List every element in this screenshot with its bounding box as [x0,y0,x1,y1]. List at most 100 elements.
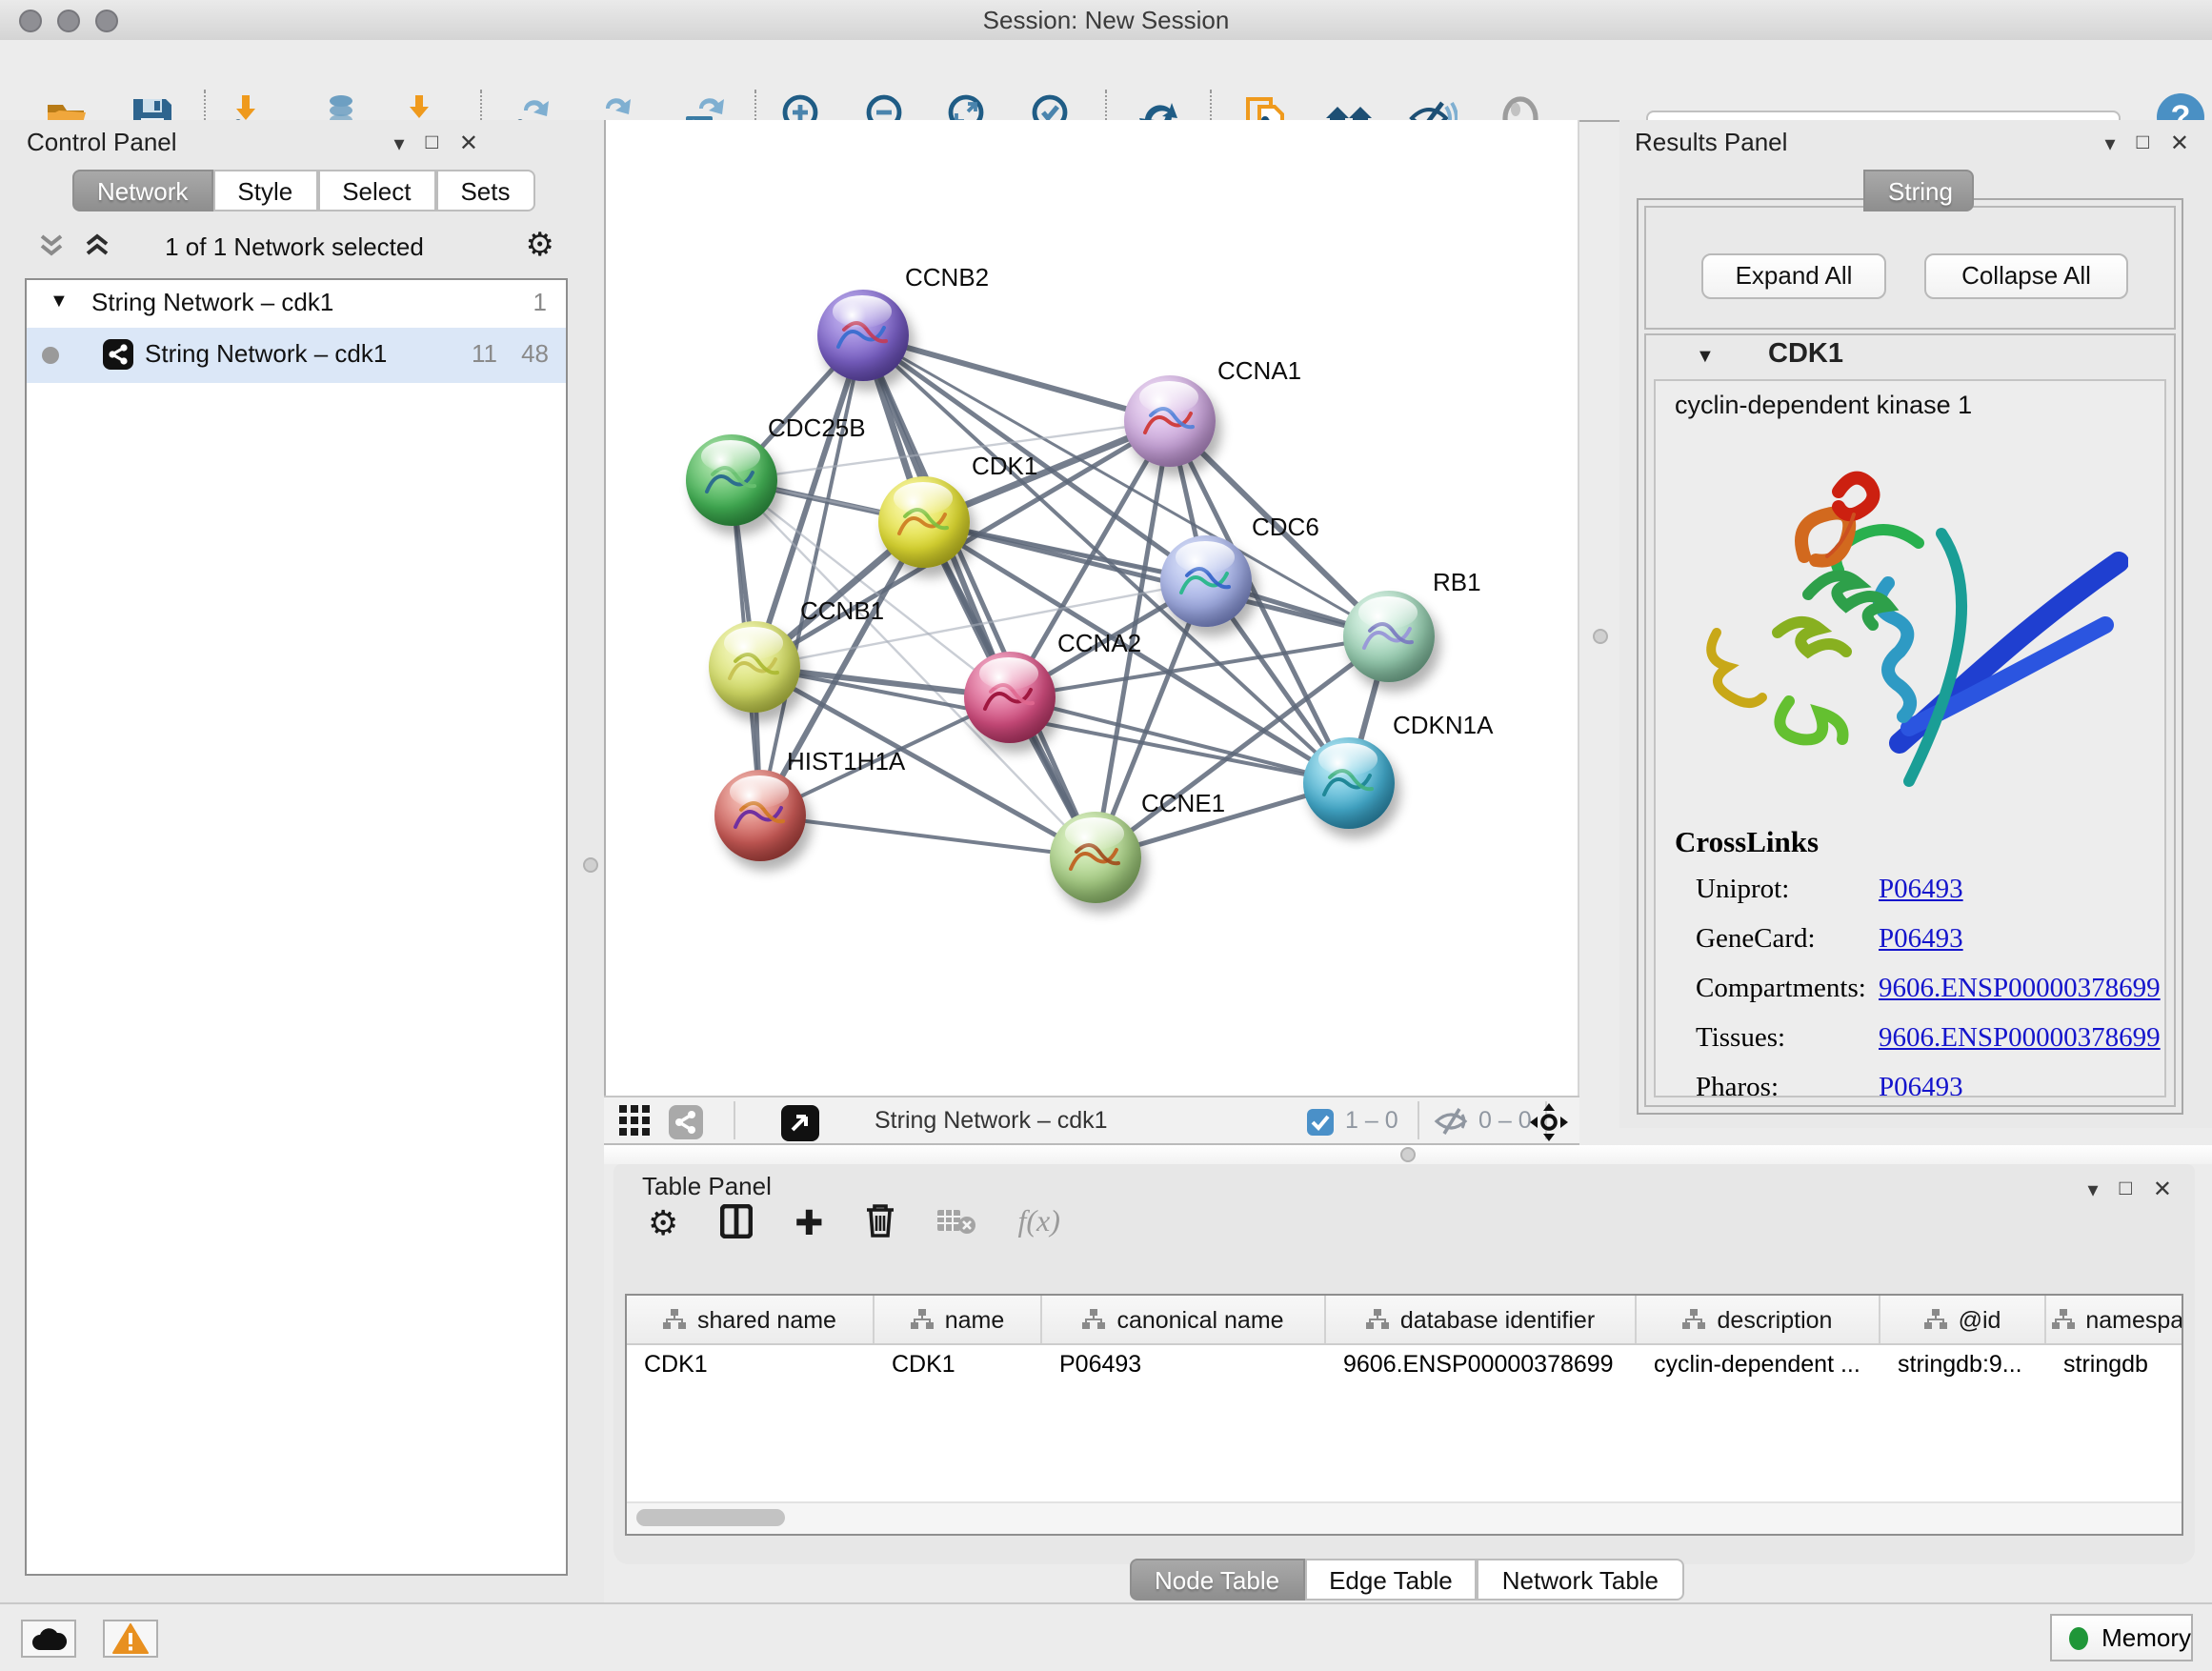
cell-@id[interactable]: stringdb:9... [1880,1345,2046,1383]
network-label: String Network – cdk1 [145,339,387,368]
column-header-name[interactable]: name [875,1296,1042,1343]
collection-count: 1 [533,288,547,316]
memory-button[interactable]: Memory [2050,1614,2193,1661]
hidden-eye-slash-icon[interactable] [1433,1107,1469,1141]
crosslink-link[interactable]: 9606.ENSP00000378699 [1879,974,2161,1006]
protein-details: cyclin-dependent kinase 1 [1654,379,2166,1097]
cell-canonical-name[interactable]: P06493 [1042,1345,1326,1383]
collapse-panel-icon[interactable]: ▾ [394,131,405,155]
network-row-selected[interactable]: String Network – cdk1 11 48 [27,328,566,383]
cloud-status-button[interactable] [21,1620,76,1658]
close-panel-icon[interactable]: ✕ [2153,1176,2172,1202]
node-cdk1[interactable] [878,476,970,568]
window-title: Session: New Session [0,6,2212,34]
node-ccne1[interactable] [1050,812,1141,903]
create-column-icon[interactable]: ✚ [794,1203,823,1243]
close-panel-icon[interactable]: ✕ [2170,130,2189,156]
memory-label: Memory [2101,1623,2191,1652]
column-type-icon [1082,1309,1105,1330]
column-type-icon [1683,1309,1706,1330]
collapse-all-button[interactable]: Collapse All [1924,253,2128,299]
edge[interactable] [863,335,1096,857]
cell-namespac[interactable]: stringdb [2046,1345,2183,1383]
crosslink-row: GeneCard:P06493 [1656,918,2164,968]
edge[interactable] [760,335,863,815]
crosslink-link[interactable]: P06493 [1879,1073,1963,1097]
network-node-count: 11 [472,339,497,368]
edge[interactable] [760,815,1096,857]
string-results-container: Expand All Collapse All ▼ CDK1 cyclin-de… [1637,198,2183,1115]
crosslink-link[interactable]: P06493 [1879,924,1963,956]
collapse-panel-icon[interactable]: ▾ [2105,131,2116,155]
cell-database-identifier[interactable]: 9606.ENSP00000378699 [1326,1345,1637,1383]
network-collection-row[interactable]: ▼ String Network – cdk1 1 [27,280,566,328]
horizontal-splitter-grip[interactable] [1400,1147,1416,1162]
tab-node-table[interactable]: Node Table [1130,1559,1304,1601]
tab-network-table[interactable]: Network Table [1478,1559,1683,1601]
tab-sets[interactable]: Sets [435,170,534,211]
scrollbar-thumb[interactable] [636,1509,785,1526]
main-toolbar: ? [0,40,2212,122]
column-header-namespac[interactable]: namespac [2046,1296,2183,1343]
hidden-counts: 0 – 0 [1478,1107,1532,1134]
delete-column-icon[interactable] [865,1202,895,1244]
table-toolbar: ⚙ ✚ f(x) [648,1198,1060,1248]
horizontal-splitter[interactable] [604,1145,2212,1164]
node-cdkn1a[interactable] [1303,737,1395,829]
left-splitter-grip[interactable] [583,857,598,873]
crosslink-link[interactable]: 9606.ENSP00000378699 [1879,1023,2161,1056]
float-panel-icon[interactable]: □ [2137,131,2149,154]
expand-collapse-box: Expand All Collapse All [1644,206,2176,330]
column-header-shared-name[interactable]: shared name [627,1296,875,1343]
show-columns-icon[interactable] [720,1203,753,1243]
table-options-gear-icon[interactable]: ⚙ [648,1203,678,1243]
birds-eye-toggle-icon[interactable] [1530,1103,1568,1147]
column-header-canonical-name[interactable]: canonical name [1042,1296,1326,1343]
table-panel-title: Table Panel [642,1172,772,1200]
network-options-gear-icon[interactable]: ⚙ [526,227,555,265]
bar-separator [1418,1101,1419,1139]
node-cdc25b[interactable] [686,434,777,526]
tab-edge-table[interactable]: Edge Table [1304,1559,1478,1601]
cell-description[interactable]: cyclin-dependent ... [1637,1345,1880,1383]
node-rb1[interactable] [1343,591,1435,682]
column-header-@id[interactable]: @id [1880,1296,2046,1343]
node-label: CDK1 [972,452,1037,480]
crosslink-link[interactable]: P06493 [1879,875,1963,907]
collapse-panel-icon[interactable]: ▾ [2088,1177,2099,1201]
tab-select[interactable]: Select [317,170,435,211]
cell-name[interactable]: CDK1 [875,1345,1042,1383]
float-panel-icon[interactable]: □ [426,131,438,154]
detach-view-icon[interactable] [781,1105,819,1147]
control-panel-window-icons: ▾ □ ✕ [394,130,479,156]
tab-string[interactable]: String [1863,170,1974,211]
expand-all-button[interactable]: Expand All [1701,253,1886,299]
selected-checkbox-icon[interactable] [1307,1109,1334,1141]
tab-style[interactable]: Style [212,170,317,211]
grid-view-icon[interactable] [619,1105,652,1143]
table-hscrollbar[interactable] [627,1501,2182,1534]
network-canvas[interactable]: CCNB2CCNA1CDC25BCDK1CDC6RB1CCNB1CCNA2CDK… [604,120,1579,1096]
node-cdc6[interactable] [1160,535,1252,627]
section-expand-icon[interactable]: ▼ [1696,347,1715,368]
float-panel-icon[interactable]: □ [2120,1178,2132,1200]
node-ccnb2[interactable] [817,290,909,381]
node-ccna1[interactable] [1124,375,1216,467]
node-ccna2[interactable] [964,652,1056,743]
table-row[interactable]: CDK1CDK1P064939606.ENSP00000378699cyclin… [627,1345,2182,1383]
tab-network[interactable]: Network [72,170,212,211]
column-header-database-identifier[interactable]: database identifier [1326,1296,1637,1343]
string-view-icon[interactable] [669,1105,703,1145]
column-header-description[interactable]: description [1637,1296,1880,1343]
column-type-icon [911,1309,934,1330]
cell-shared-name[interactable]: CDK1 [627,1345,875,1383]
crosslink-row: Uniprot:P06493 [1656,869,2164,918]
node-hist1h1a[interactable] [714,770,806,861]
column-type-icon [1924,1309,1947,1330]
warning-status-button[interactable] [103,1620,158,1658]
close-panel-icon[interactable]: ✕ [459,130,478,156]
protein-section-header[interactable]: ▼ CDK1 [1646,335,2174,377]
right-splitter-grip[interactable] [1593,629,1608,644]
node-ccnb1[interactable] [709,621,800,713]
collection-expand-icon[interactable]: ▼ [50,292,69,312]
